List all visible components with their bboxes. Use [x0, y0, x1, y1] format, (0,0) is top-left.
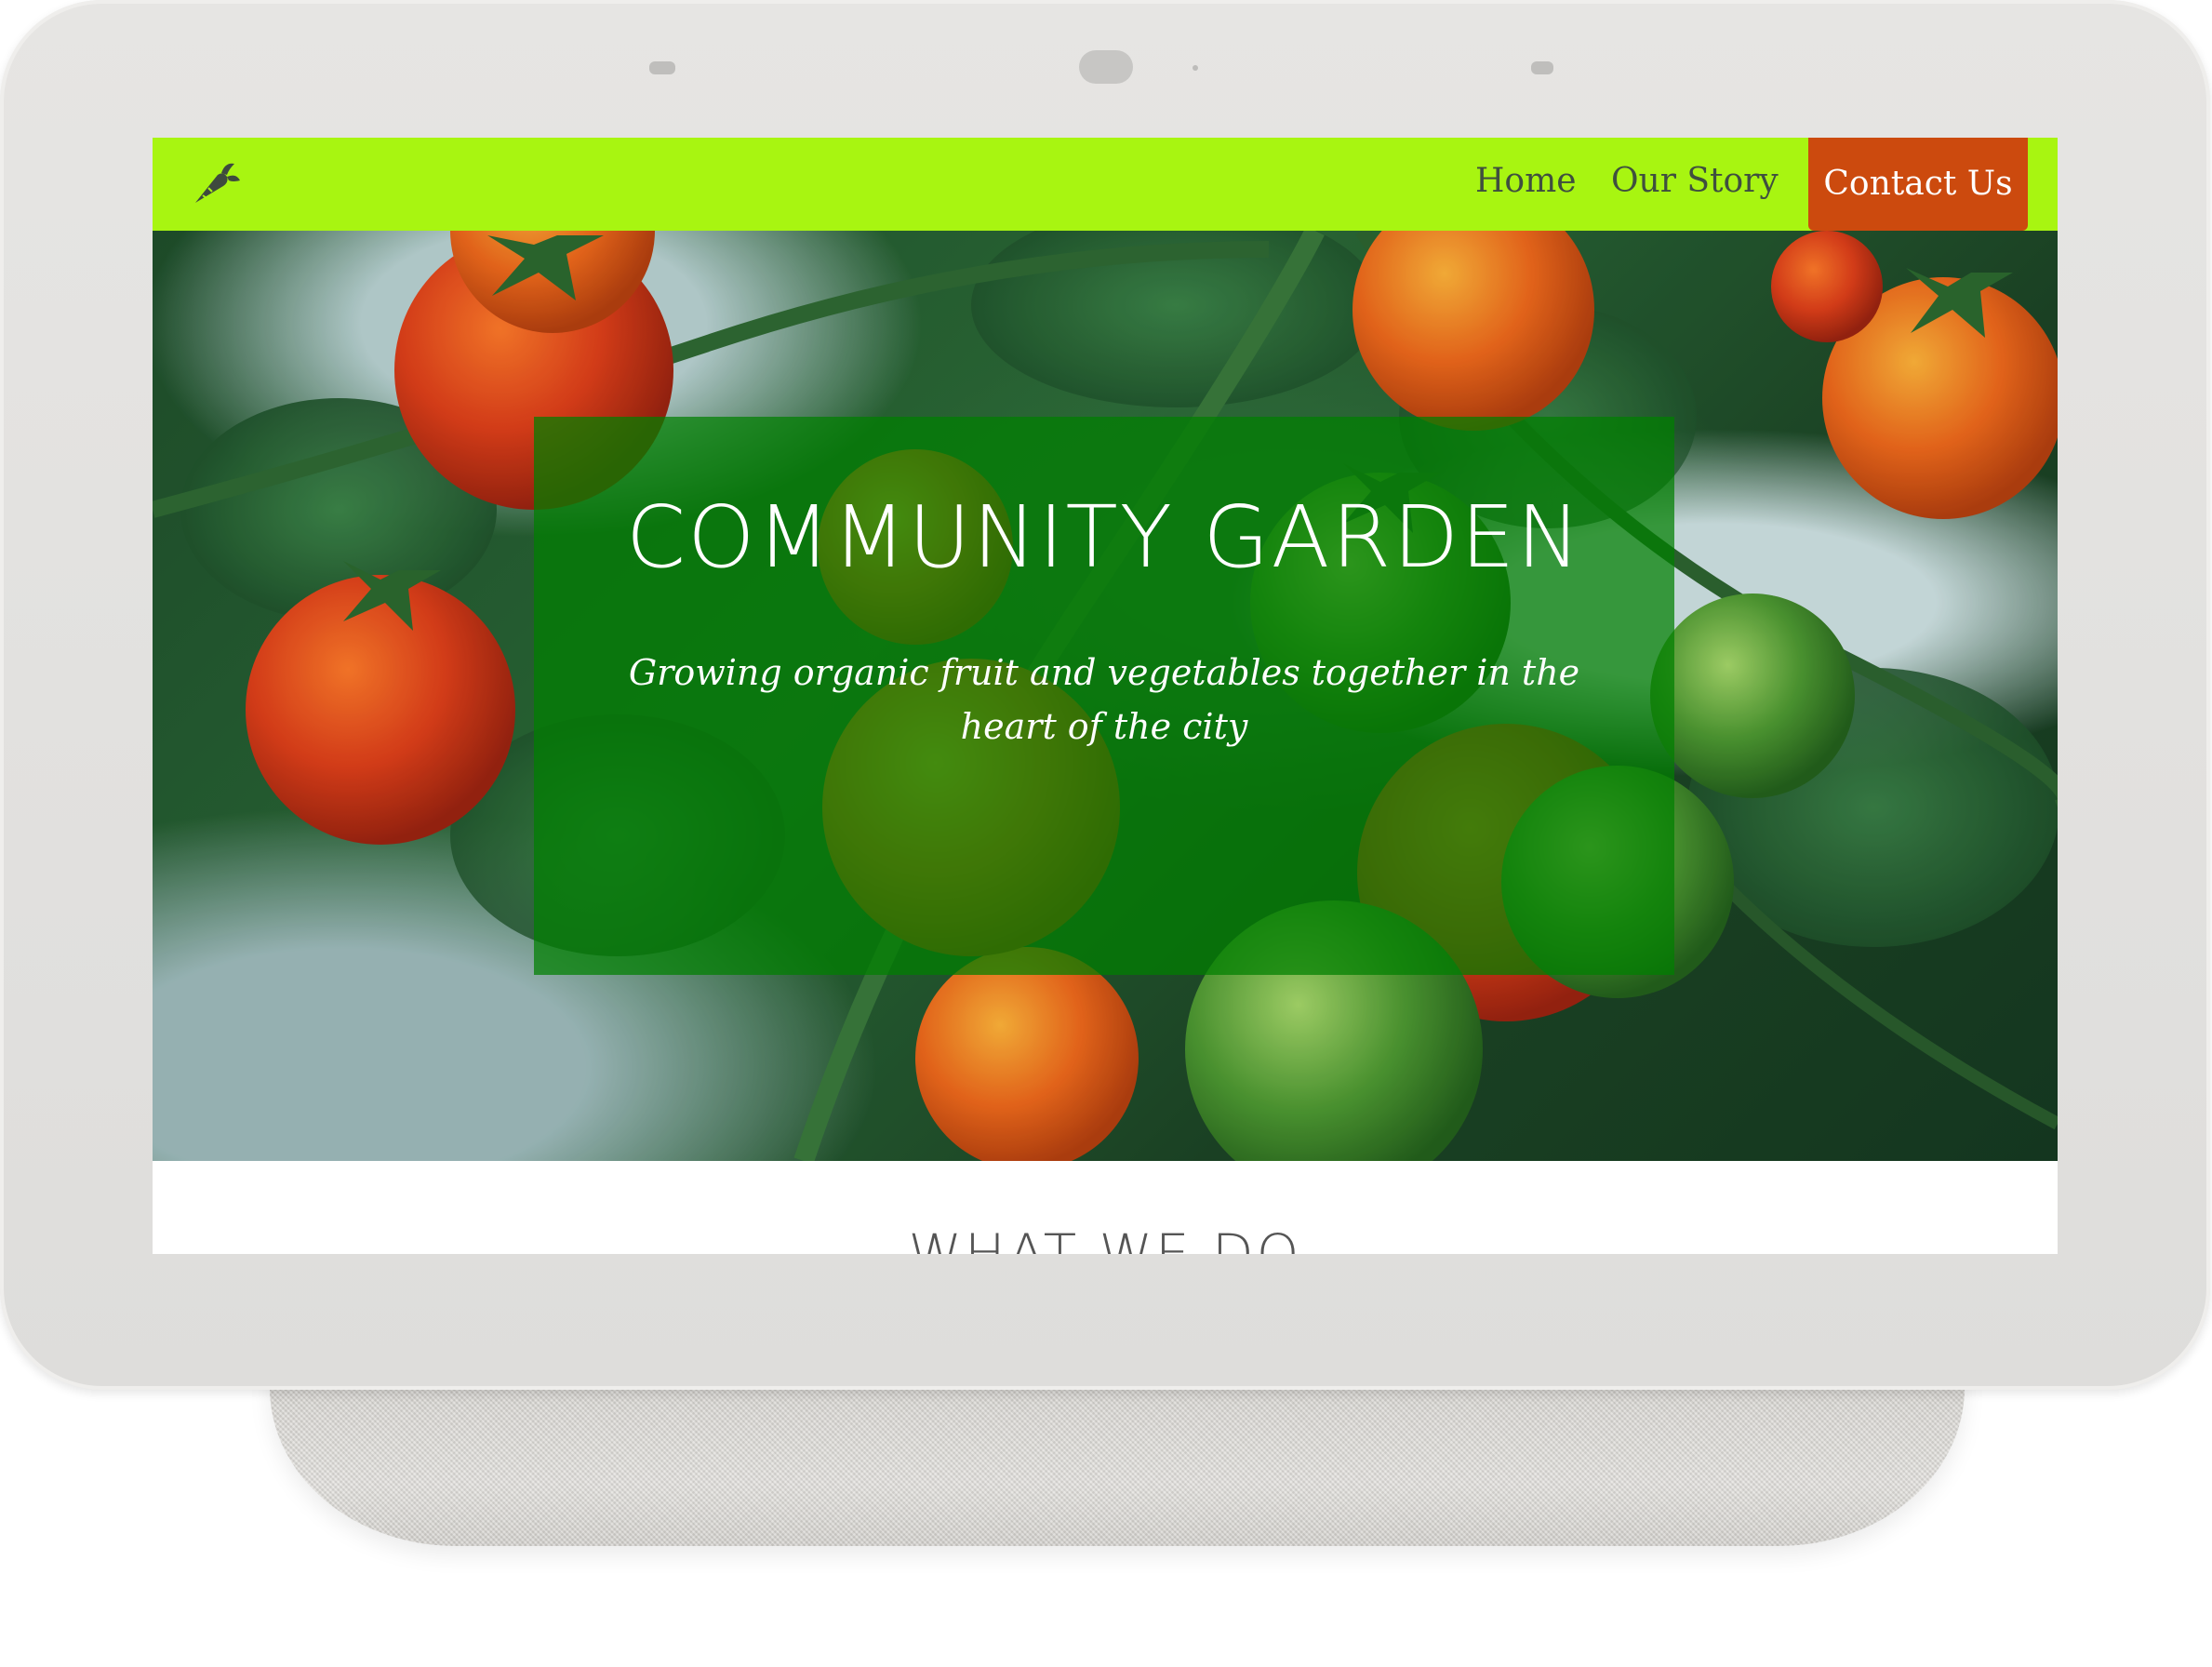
device-screen: Home Our Story Contact Us COMMUNITY GARD…	[153, 138, 2058, 1254]
smart-display-mockup: Home Our Story Contact Us COMMUNITY GARD…	[0, 0, 2212, 1667]
navbar: Home Our Story Contact Us	[153, 138, 2058, 231]
hero-title: COMMUNITY GARDEN	[625, 487, 1583, 587]
nav-our-story-link[interactable]: Our Story	[1611, 162, 1779, 200]
carrot-icon[interactable]	[186, 154, 244, 212]
hero-subtitle: Growing organic fruit and vegetables tog…	[628, 652, 1580, 747]
left-sensor	[649, 61, 675, 74]
device-frame: Home Our Story Contact Us COMMUNITY GARD…	[0, 0, 2210, 1390]
nav-home-link[interactable]: Home	[1475, 162, 1577, 200]
section-heading-what-we-do: WHAT WE DO	[908, 1222, 1302, 1254]
camera-icon	[1079, 50, 1133, 84]
hero-overlay-card: COMMUNITY GARDEN Growing organic fruit a…	[534, 417, 1674, 975]
camera-indicator	[1193, 65, 1198, 71]
hero-section: COMMUNITY GARDEN Growing organic fruit a…	[153, 231, 2058, 1161]
contact-us-button[interactable]: Contact Us	[1808, 138, 2028, 231]
right-sensor	[1531, 61, 1553, 74]
